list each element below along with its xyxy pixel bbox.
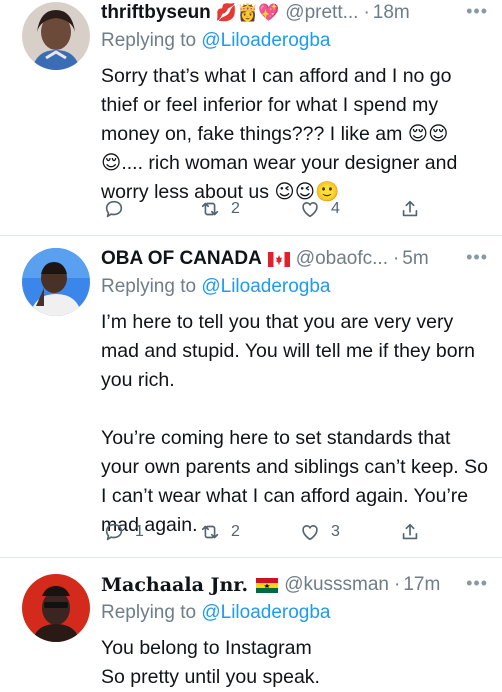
ghana-flag-icon (256, 577, 279, 593)
separator-dot: · (363, 2, 370, 23)
reply-icon (105, 523, 123, 541)
timestamp[interactable]: 18m (373, 2, 410, 24)
tweet[interactable]: thriftbyseun 💋👸💖 @prett... · 18m ••• Rep… (0, 0, 502, 236)
more-icon[interactable]: ••• (466, 572, 488, 594)
replying-to-label: Replying to (101, 276, 202, 297)
handle[interactable]: @obaofc... (296, 248, 388, 270)
reply-icon (105, 200, 123, 218)
share-icon (402, 523, 418, 540)
handle[interactable]: @prett... (285, 2, 358, 24)
like-count: 4 (331, 200, 340, 217)
replying-to-label: Replying to (101, 602, 202, 623)
retweet-button[interactable]: 2 (199, 521, 240, 543)
avatar[interactable] (22, 248, 90, 316)
canada-flag-icon (267, 251, 290, 267)
display-name[interactable]: OBA OF CANADA (101, 248, 262, 270)
retweet-icon (201, 525, 219, 539)
timestamp[interactable]: 5m (402, 248, 428, 270)
display-name[interactable]: Machaala Jnr. (101, 574, 248, 596)
share-icon (402, 200, 418, 217)
separator-dot: · (394, 574, 401, 595)
more-icon[interactable]: ••• (466, 0, 488, 22)
tweet-text: You belong to Instagram So pretty until … (101, 637, 320, 688)
reply-button[interactable] (103, 198, 135, 220)
replying-to: Replying to @Liloaderogba (101, 598, 488, 628)
reply-button[interactable]: 1 (103, 521, 144, 543)
share-button[interactable] (399, 521, 421, 543)
retweet-icon (201, 202, 219, 216)
display-name[interactable]: thriftbyseun (101, 2, 211, 24)
like-icon (302, 202, 318, 218)
replying-to: Replying to @Liloaderogba (101, 26, 488, 56)
retweet-count: 2 (231, 200, 240, 217)
replying-to-label: Replying to (101, 30, 202, 51)
like-icon (302, 525, 318, 541)
like-button[interactable]: 4 (299, 198, 340, 220)
mention-link[interactable]: @Liloaderogba (201, 30, 330, 51)
tweet-header: thriftbyseun 💋👸💖 @prett... · 18m ••• (101, 0, 488, 26)
tweet-actions: 1 2 3 (101, 520, 431, 544)
reply-count: 1 (135, 523, 144, 540)
more-icon[interactable]: ••• (466, 246, 488, 268)
avatar[interactable] (22, 2, 90, 70)
tweet-header: Machaala Jnr. @kusssman · 17m ••• (101, 572, 488, 598)
tweet-header: OBA OF CANADA @obaofc... · 5m ••• (101, 246, 488, 272)
tweet-text: I’m here to tell you that you are very v… (101, 311, 488, 536)
tweet-text: Sorry that’s what I can afford and I no … (101, 65, 463, 203)
avatar[interactable] (22, 574, 90, 642)
like-button[interactable]: 3 (299, 521, 340, 543)
like-count: 3 (331, 523, 340, 540)
name-emojis: 💋👸💖 (215, 3, 280, 22)
mention-link[interactable]: @Liloaderogba (201, 276, 330, 297)
handle[interactable]: @kusssman (284, 574, 389, 596)
retweet-count: 2 (231, 523, 240, 540)
tweet[interactable]: OBA OF CANADA @obaofc... · 5m ••• Replyi… (0, 236, 502, 558)
retweet-button[interactable]: 2 (199, 198, 240, 220)
share-button[interactable] (399, 198, 421, 220)
tweet-actions: 2 4 (101, 197, 431, 221)
tweet[interactable]: Machaala Jnr. @kusssman · 17m ••• Replyi… (0, 558, 502, 688)
mention-link[interactable]: @Liloaderogba (201, 602, 330, 623)
separator-dot: · (392, 248, 400, 269)
timestamp[interactable]: 17m (403, 574, 440, 596)
replying-to: Replying to @Liloaderogba (101, 272, 488, 302)
